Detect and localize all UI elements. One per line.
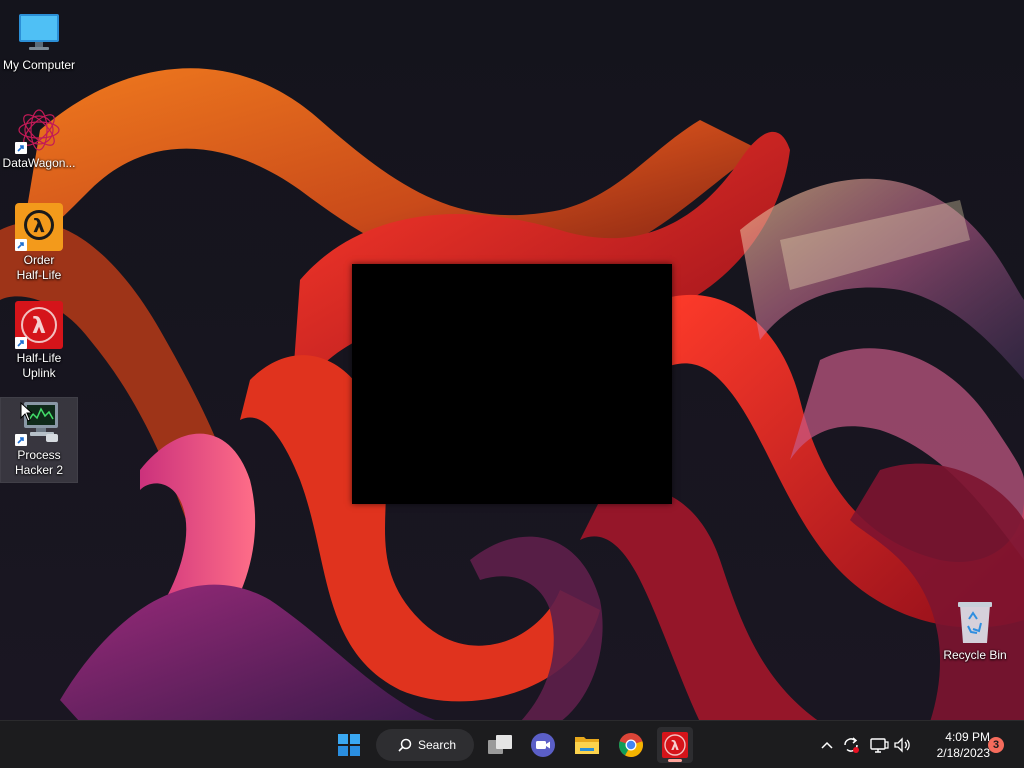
clock-date: 2/18/2023 [936, 746, 990, 760]
svg-text:λ: λ [33, 215, 45, 237]
half-life-orange-icon: λ [15, 203, 63, 251]
desktop-icon-label: Recycle Bin [943, 648, 1007, 662]
network-button[interactable] [868, 733, 890, 757]
task-view-button[interactable] [482, 727, 518, 763]
shortcut-arrow-icon [15, 434, 27, 446]
desktop-icon-label: Order Half-Life [16, 253, 62, 282]
monitor-icon [15, 8, 63, 56]
taskbar: Search λ 4:09 PM 2/18/2023 3 [0, 720, 1024, 768]
show-hidden-icons-button[interactable] [816, 733, 838, 757]
clock[interactable]: 4:09 PM 2/18/2023 [922, 729, 990, 761]
blank-window[interactable] [352, 264, 672, 504]
search-label: Search [418, 738, 457, 752]
sync-icon [844, 737, 859, 753]
start-button[interactable] [331, 727, 367, 763]
desktop-icon-half-life-uplink[interactable]: λ Half-Life Uplink [1, 301, 77, 381]
teams-meet-button[interactable] [525, 727, 561, 763]
desktop-icon-process-hacker-2[interactable]: Process Hacker 2 [0, 397, 78, 483]
desktop-icon-label: Half-Life Uplink [16, 351, 62, 380]
shortcut-arrow-icon [15, 142, 27, 154]
desktop-icon-order-half-life[interactable]: λ Order Half-Life [1, 203, 77, 283]
chrome-icon [619, 733, 643, 757]
svg-text:λ: λ [671, 739, 679, 754]
desktop-icon-datawagon[interactable]: DataWagon... [1, 106, 77, 171]
speaker-icon [894, 737, 910, 753]
recycle-bin-icon [951, 598, 999, 646]
spirograph-icon [15, 106, 63, 154]
notification-badge[interactable]: 3 [988, 737, 1004, 753]
windows-start-icon [338, 734, 360, 756]
chevron-up-icon [821, 741, 833, 749]
task-view-icon [488, 735, 512, 754]
desktop[interactable]: My Computer DataWagon... λ Order Half-Li… [0, 0, 1024, 768]
shortcut-arrow-icon [15, 337, 27, 349]
volume-button[interactable] [892, 733, 914, 757]
search-icon [398, 738, 412, 752]
folder-icon [575, 737, 599, 754]
desktop-icon-label: My Computer [2, 58, 76, 72]
half-life-taskbar-button[interactable]: λ [657, 727, 693, 763]
sync-status-button[interactable] [840, 733, 862, 757]
chrome-button[interactable] [613, 727, 649, 763]
video-camera-icon [531, 733, 555, 757]
svg-text:λ: λ [32, 314, 46, 339]
desktop-icon-my-computer[interactable]: My Computer [1, 8, 77, 73]
file-explorer-button[interactable] [569, 727, 605, 763]
shortcut-arrow-icon [15, 239, 27, 251]
desktop-icon-label: DataWagon... [2, 156, 76, 170]
running-indicator [668, 759, 682, 762]
half-life-icon: λ [662, 732, 688, 758]
clock-time: 4:09 PM [945, 730, 990, 744]
network-icon [870, 738, 889, 753]
taskbar-search[interactable]: Search [376, 729, 474, 761]
desktop-icon-label: Process Hacker 2 [14, 448, 64, 477]
mouse-cursor-icon [20, 401, 34, 427]
half-life-red-icon: λ [15, 301, 63, 349]
desktop-icon-recycle-bin[interactable]: Recycle Bin [937, 598, 1013, 663]
